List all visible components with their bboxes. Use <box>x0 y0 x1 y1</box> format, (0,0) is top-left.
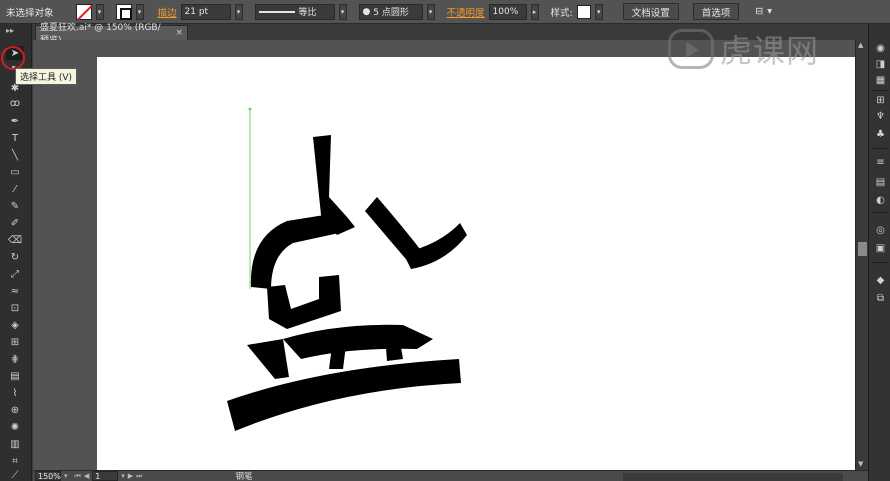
transparency-panel-icon[interactable]: ◐ <box>874 194 887 206</box>
zoom-field[interactable]: 150% <box>35 471 61 481</box>
close-icon[interactable]: × <box>175 28 183 38</box>
eyedropper-tool-icon[interactable]: ⌇ <box>6 386 24 400</box>
fill-dropdown-arrow[interactable]: ▾ <box>95 3 104 20</box>
page-field[interactable]: 1 <box>92 471 119 481</box>
slice-tool-icon[interactable]: ⟋ <box>6 468 24 481</box>
stroke-weight-field[interactable]: 21 pt <box>180 3 231 20</box>
style-swatch[interactable] <box>576 4 591 19</box>
pencil-tool-icon[interactable]: ✎ <box>6 199 24 213</box>
color-panel-icon[interactable]: ◉ <box>874 42 887 54</box>
last-page-icon[interactable]: ⏭ <box>136 472 142 481</box>
tool-tooltip: 选择工具 (V) <box>15 68 78 85</box>
document-setup-button[interactable]: 文档设置 <box>622 3 679 20</box>
watermark-text: 虎课网 <box>720 32 820 70</box>
gradient-panel-icon[interactable]: ▤ <box>874 176 887 188</box>
document-tab[interactable]: 盛夏狂欢.ai* @ 150% (RGB/预览) × <box>35 23 188 46</box>
mesh-tool-icon[interactable]: ⋕ <box>6 352 24 366</box>
brush-value: 5 点圆形 <box>373 8 409 18</box>
blob-brush-tool-icon[interactable]: ✐ <box>6 216 24 230</box>
stroke-profile-dropdown-arrow[interactable]: ▾ <box>338 3 347 20</box>
selection-tool-highlight-ring <box>1 46 25 70</box>
rotate-tool-icon[interactable]: ↻ <box>6 250 24 264</box>
color-guide-panel-icon[interactable]: ◨ <box>874 58 887 70</box>
vertical-scroll-thumb[interactable] <box>858 242 867 256</box>
zoom-value: 150% <box>38 471 61 481</box>
column-graph-tool-icon[interactable]: ▥ <box>6 437 24 451</box>
swatches-panel-icon[interactable]: ▦ <box>874 74 887 86</box>
stroke-panel-icon[interactable]: ≡ <box>874 156 887 168</box>
style-dropdown-arrow[interactable]: ▾ <box>594 3 603 20</box>
brush-field[interactable]: ● 5 点圆形 <box>358 3 423 20</box>
stroke-profile-value: 等比 <box>298 8 317 18</box>
watermark-logo: 虎课网 <box>668 26 868 72</box>
stroke-profile-field[interactable]: 等比 <box>254 3 335 20</box>
opacity-label[interactable]: 不透明度 <box>447 5 485 19</box>
brush-dropdown-arrow[interactable]: ▾ <box>426 3 435 20</box>
document-setup-label: 文档设置 <box>631 7 670 19</box>
preferences-label: 首选项 <box>701 7 731 19</box>
arrange-icon[interactable]: ⊟ <box>755 6 763 17</box>
artboard[interactable] <box>97 57 857 477</box>
current-tool-status: 钢笔 <box>235 472 253 481</box>
free-transform-tool-icon[interactable]: ⊡ <box>6 301 24 315</box>
paintbrush-tool-icon[interactable]: ⁄ <box>6 182 24 196</box>
selection-status: 未选择对象 <box>6 7 54 19</box>
line-tool-icon[interactable]: ╲ <box>6 148 24 162</box>
tool-tooltip-text: 选择工具 (V) <box>20 73 73 83</box>
status-bar: 150% ▾ ⏮ ◀ 1 ▾ ▶ ⏭ 钢笔 <box>33 470 868 481</box>
play-logo-icon <box>668 29 714 69</box>
stroke-label[interactable]: 描边 <box>158 5 177 19</box>
gradient-tool-icon[interactable]: ▤ <box>6 369 24 383</box>
appearance-panel-icon[interactable]: ◎ <box>874 224 887 236</box>
next-page-icon[interactable]: ▶ <box>128 472 133 480</box>
glyph-artwork[interactable] <box>227 77 547 437</box>
rectangle-tool-icon[interactable]: ▭ <box>6 165 24 179</box>
artboards-panel-icon[interactable]: ⧉ <box>874 292 887 304</box>
symbols-panel-icon[interactable]: ♣ <box>874 128 887 140</box>
right-panel-dock: ◉ ◨ ▦ ⊞ ♆ ♣ ≡ ▤ ◐ ◎ ▣ ◆ ⧉ <box>868 24 890 481</box>
preferences-button[interactable]: 首选项 <box>692 3 740 20</box>
scale-tool-icon[interactable]: ⤢ <box>6 267 24 281</box>
shape-builder-tool-icon[interactable]: ◈ <box>6 318 24 332</box>
page-dropdown-icon[interactable]: ▾ <box>121 472 125 480</box>
character-strokes <box>227 135 467 431</box>
zoom-dropdown-icon[interactable]: ▾ <box>64 472 68 480</box>
tools-panel: ▸▸ ➤ ↖ ✱ ꝏ ✒ T ╲ ▭ ⁄ ✎ ✐ ⌫ ↻ ⤢ ≈ ⊡ ◈ ⊞ ⋕… <box>0 24 32 481</box>
lasso-tool-icon[interactable]: ꝏ <box>6 96 24 110</box>
graphic-styles-panel-icon[interactable]: ▣ <box>874 242 887 254</box>
symbol-sprayer-tool-icon[interactable]: ✺ <box>6 420 24 434</box>
arrange-dropdown-icon[interactable]: ▾ <box>767 6 772 17</box>
stroke-profile-line <box>258 10 295 13</box>
prev-page-icon[interactable]: ◀ <box>84 472 89 480</box>
scroll-down-arrow-icon[interactable]: ▼ <box>858 460 863 468</box>
stroke-swatch[interactable] <box>115 3 132 20</box>
fill-swatch[interactable] <box>75 3 92 20</box>
eraser-tool-icon[interactable]: ⌫ <box>6 233 24 247</box>
brushes-panel-icon[interactable]: ♆ <box>874 110 887 122</box>
warp-tool-icon[interactable]: ≈ <box>6 284 24 298</box>
style-label: 样式: <box>550 7 573 19</box>
pen-tool-icon[interactable]: ✒ <box>6 114 24 128</box>
page-value: 1 <box>95 471 101 481</box>
horizontal-scrollbar[interactable] <box>623 473 843 481</box>
grid-panel-icon[interactable]: ⊞ <box>874 94 887 106</box>
brush-dot-icon: ● <box>362 6 374 17</box>
canvas-area[interactable] <box>33 40 857 477</box>
stroke-weight-value: 21 pt <box>184 6 209 17</box>
perspective-grid-tool-icon[interactable]: ⊞ <box>6 335 24 349</box>
panel-collapse-icon[interactable]: ▸▸ <box>6 26 14 35</box>
anchor-point <box>248 107 252 111</box>
blend-tool-icon[interactable]: ⊕ <box>6 403 24 417</box>
opacity-dropdown-arrow[interactable]: ▸ <box>530 3 539 20</box>
artboard-tool-icon[interactable]: ⌗ <box>6 454 24 468</box>
vertical-scrollbar[interactable]: ▲ ▼ <box>855 40 868 470</box>
opacity-value: 100% <box>492 6 519 17</box>
first-page-icon[interactable]: ⏮ <box>75 472 81 481</box>
layers-panel-icon[interactable]: ◆ <box>874 274 887 286</box>
opacity-field[interactable]: 100% <box>488 3 527 20</box>
stroke-dropdown-arrow[interactable]: ▾ <box>135 3 144 20</box>
type-tool-icon[interactable]: T <box>6 131 24 145</box>
stroke-weight-dropdown-arrow[interactable]: ▾ <box>234 3 243 20</box>
